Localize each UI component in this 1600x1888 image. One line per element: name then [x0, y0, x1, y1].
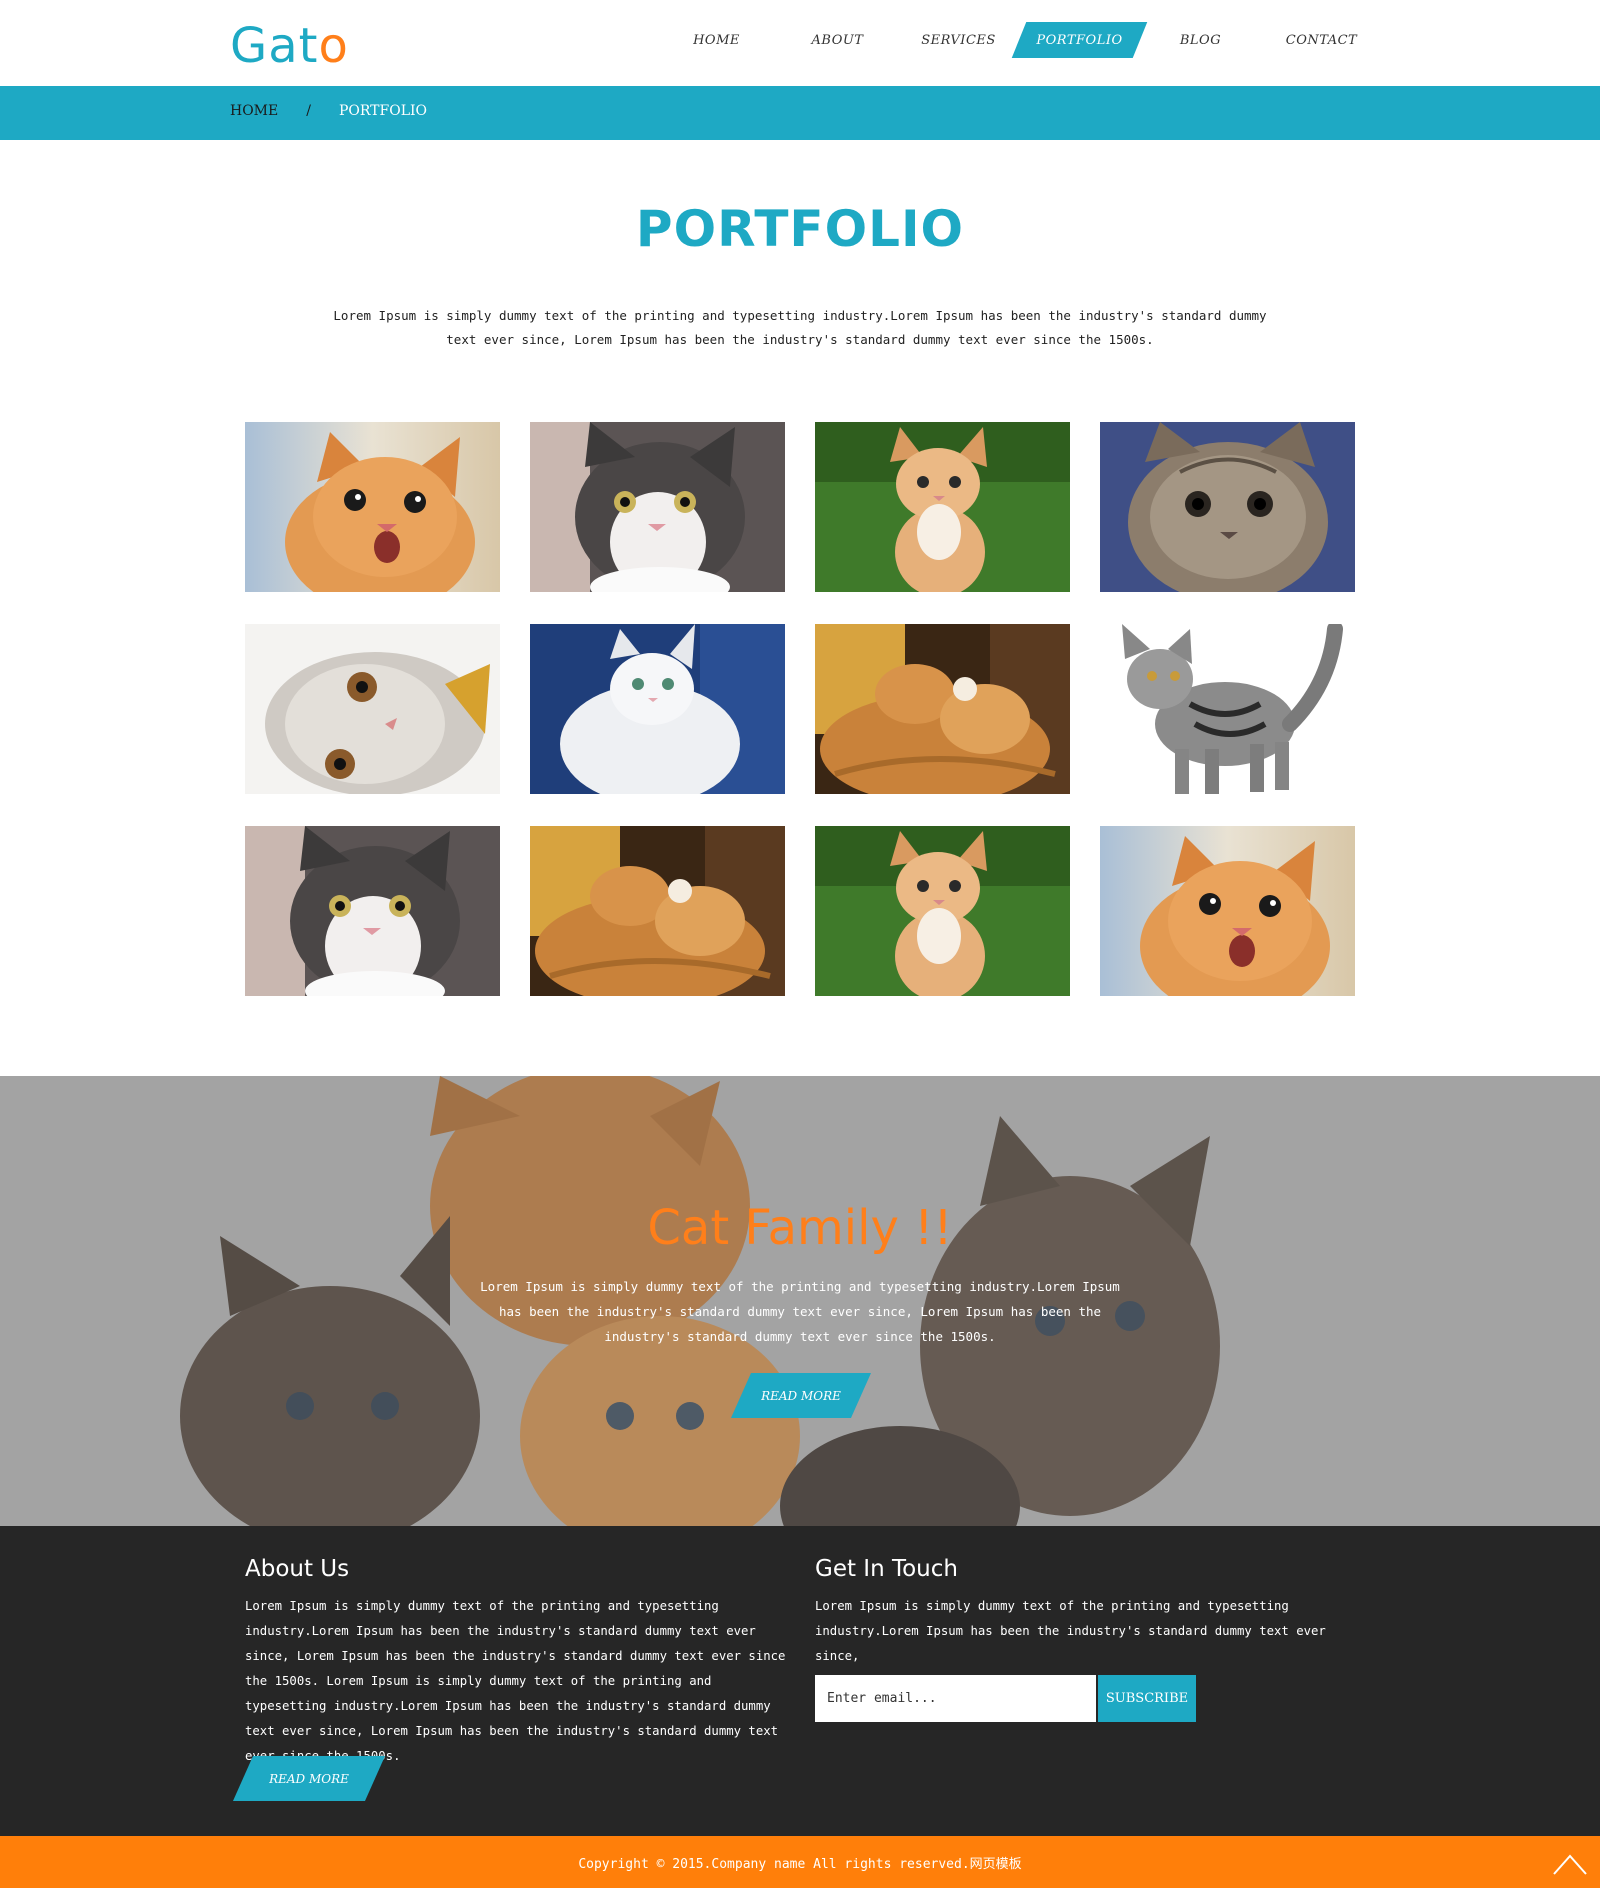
- gallery-item[interactable]: [815, 422, 1070, 592]
- gallery-item[interactable]: [530, 826, 785, 996]
- banner-text: Lorem Ipsum is simply dummy text of the …: [480, 1279, 1120, 1344]
- nav-portfolio[interactable]: PORTFOLIO: [1019, 22, 1140, 58]
- breadcrumb-bar: HOME / PORTFOLIO: [0, 86, 1600, 140]
- gallery-item[interactable]: [1100, 422, 1355, 592]
- white-persian-cat-image: [530, 624, 785, 794]
- gallery-item[interactable]: [245, 422, 500, 592]
- banner-title: Cat Family !!: [647, 1200, 953, 1256]
- nav-about[interactable]: ABOUT: [777, 22, 898, 58]
- subscribe-button[interactable]: SUBSCRIBE: [1098, 1675, 1196, 1722]
- gallery-item[interactable]: [245, 826, 500, 996]
- logo-text-primary: Gat: [230, 18, 319, 74]
- orange-kitten-grass-image: [815, 422, 1070, 592]
- chevron-up-icon[interactable]: [1550, 1844, 1590, 1880]
- nav-contact[interactable]: CONTACT: [1261, 22, 1382, 58]
- cat-family-banner: Cat Family !! Lorem Ipsum is simply dumm…: [0, 1076, 1600, 1526]
- breadcrumb-home-link[interactable]: HOME: [230, 103, 278, 119]
- get-in-touch-heading: Get In Touch: [815, 1556, 958, 1582]
- gallery-item[interactable]: [815, 624, 1070, 794]
- orange-kitten-image: [1100, 826, 1355, 996]
- tabby-kitten-image: [1100, 422, 1355, 592]
- gallery-item[interactable]: [530, 624, 785, 794]
- about-us-text: Lorem Ipsum is simply dummy text of the …: [245, 1599, 786, 1763]
- orange-kitten-grass-image: [815, 826, 1070, 996]
- silver-tabby-standing-image: [1100, 624, 1355, 794]
- copyright-text: Copyright © 2015.Company name All rights…: [578, 1857, 1022, 1872]
- logo-text-accent: o: [318, 18, 349, 74]
- site-footer: About Us Lorem Ipsum is simply dummy tex…: [0, 1526, 1600, 1836]
- gallery-item[interactable]: [815, 826, 1070, 996]
- breadcrumb-separator: /: [306, 103, 311, 119]
- gallery-item[interactable]: [245, 624, 500, 794]
- banner-read-more-label: READ MORE: [761, 1388, 841, 1403]
- banner-read-more-button[interactable]: READ MORE: [741, 1373, 861, 1418]
- about-read-more-label: READ MORE: [269, 1771, 349, 1786]
- get-in-touch-text: Lorem Ipsum is simply dummy text of the …: [815, 1599, 1326, 1663]
- nav-blog-label: BLOG: [1179, 32, 1222, 48]
- email-input[interactable]: [815, 1675, 1096, 1722]
- page-title: PORTFOLIO: [635, 200, 965, 258]
- nav-blog[interactable]: BLOG: [1140, 22, 1261, 58]
- about-read-more-button[interactable]: READ MORE: [243, 1756, 375, 1801]
- gallery-item[interactable]: [1100, 826, 1355, 996]
- nav-services-label: SERVICES: [921, 32, 996, 48]
- breadcrumb-current: PORTFOLIO: [338, 103, 427, 119]
- copyright-bar: Copyright © 2015.Company name All rights…: [0, 1836, 1600, 1888]
- nav-contact-label: CONTACT: [1285, 32, 1358, 48]
- gray-white-kitten-image: [245, 826, 500, 996]
- logo[interactable]: Gato: [230, 18, 349, 74]
- site-header: Gato HOME ABOUT SERVICES PORTFOLIO BLOG …: [0, 0, 1600, 86]
- nav-home-label: HOME: [693, 32, 740, 48]
- about-us-heading: About Us: [245, 1556, 350, 1582]
- nav-home[interactable]: HOME: [656, 22, 777, 58]
- page-description: Lorem Ipsum is simply dummy text of the …: [333, 308, 1267, 347]
- gallery-item[interactable]: [530, 422, 785, 592]
- main-nav: HOME ABOUT SERVICES PORTFOLIO BLOG CONTA…: [656, 22, 1382, 58]
- gray-white-kitten-image: [530, 422, 785, 592]
- nav-portfolio-label: PORTFOLIO: [1036, 32, 1123, 48]
- nav-about-label: ABOUT: [811, 32, 864, 48]
- silver-kitten-lying-image: [245, 624, 500, 794]
- breadcrumb: HOME / PORTFOLIO: [230, 103, 427, 119]
- gallery-item[interactable]: [1100, 624, 1355, 794]
- nav-services[interactable]: SERVICES: [898, 22, 1019, 58]
- orange-cats-cuddling-image: [815, 624, 1070, 794]
- orange-cats-cuddling-image: [530, 826, 785, 996]
- orange-kitten-image: [245, 422, 500, 592]
- portfolio-gallery: [245, 422, 1356, 996]
